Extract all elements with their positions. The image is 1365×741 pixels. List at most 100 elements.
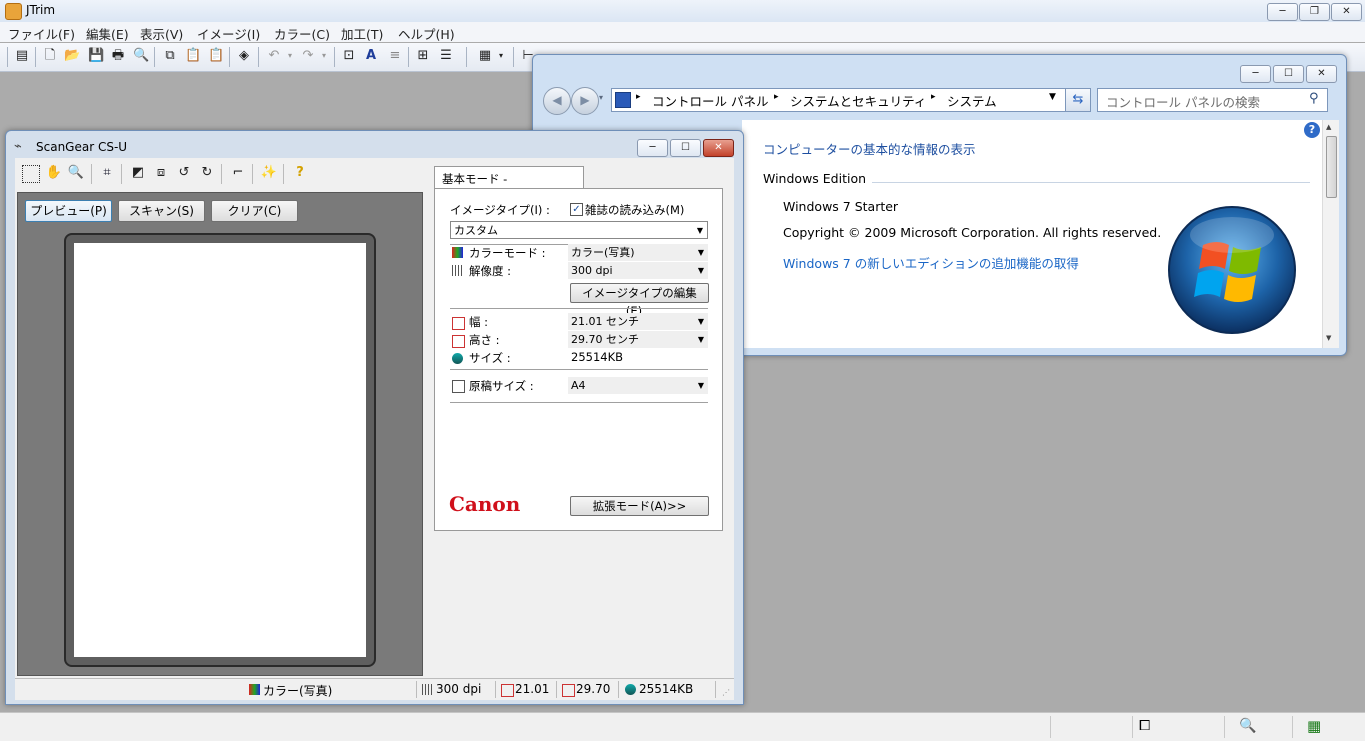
resize-grip-icon[interactable]: ⋰: [722, 688, 730, 697]
menu-view[interactable]: 表示(V): [140, 24, 183, 43]
menu-help[interactable]: ヘルプ(H): [398, 24, 455, 43]
jtrim-restore-button[interactable]: ❐: [1299, 3, 1330, 21]
status-width-icon: [501, 684, 514, 697]
zoom-icon: 🔍: [1239, 718, 1257, 734]
image-size-icon: ⧠: [1139, 718, 1151, 734]
rotate-left-icon[interactable]: ↺: [175, 164, 193, 182]
tile-icon[interactable]: ⊞: [415, 48, 431, 64]
open-icon[interactable]: 📂: [64, 48, 80, 64]
resolution-label: 解像度 :: [469, 264, 512, 278]
forward-button[interactable]: ▶: [571, 87, 599, 115]
advanced-mode-button[interactable]: 拡張モード(A)>>: [570, 496, 709, 516]
chevron-down-icon: ▼: [697, 266, 704, 275]
size-label: サイズ :: [469, 351, 511, 365]
scan-button[interactable]: スキャン(S): [118, 200, 205, 222]
jtrim-status-bar: ⧠ 🔍 ▦: [0, 712, 1365, 741]
print-preview-icon[interactable]: 🔍: [133, 48, 149, 64]
jtrim-close-button[interactable]: ✕: [1331, 3, 1362, 21]
undo-icon[interactable]: ↶: [266, 48, 282, 64]
flat-icon[interactable]: ≡: [387, 48, 403, 64]
select-area-icon[interactable]: [22, 165, 40, 183]
color-mode-select[interactable]: カラー(写真) ▼: [568, 244, 708, 261]
refresh-icon[interactable]: ⇆: [1065, 88, 1091, 112]
edit-image-type-button[interactable]: イメージタイプの編集(E)...: [570, 283, 709, 318]
menu-color[interactable]: カラー(C): [274, 24, 330, 43]
help-icon[interactable]: ?: [1304, 122, 1320, 138]
image-type-label: イメージタイプ(I) :: [450, 203, 550, 217]
cp-close-button[interactable]: ✕: [1306, 65, 1337, 83]
scroll-down-icon[interactable]: ▼: [1326, 334, 1331, 342]
new-image-icon[interactable]: ▤: [14, 48, 30, 64]
copy-icon[interactable]: ⧉: [162, 48, 178, 64]
breadcrumb-system-security[interactable]: システムとセキュリティ: [790, 91, 926, 110]
settings-panel: イメージタイプ(I) : ✓ 雑誌の読み込み(M) カスタム ▼ カラーモード :…: [434, 188, 723, 531]
auto-crop-icon[interactable]: ⌗: [98, 164, 116, 182]
cp-minimize-button[interactable]: ─: [1240, 65, 1271, 83]
preview-button[interactable]: プレビュー(P): [25, 200, 112, 222]
tab-basic-mode[interactable]: 基本モード -N650U/N656U: [434, 166, 584, 201]
height-select[interactable]: 29.70 センチ ▼: [568, 331, 708, 348]
hand-icon[interactable]: ✋: [45, 164, 63, 182]
menu-process[interactable]: 加工(T): [341, 24, 383, 43]
zoom-icon[interactable]: 🔍: [67, 164, 85, 182]
chevron-down-icon: ▼: [697, 317, 704, 326]
sg-maximize-button[interactable]: ☐: [670, 139, 701, 157]
search-box[interactable]: コントロール パネルの検索 ⚲: [1097, 88, 1328, 112]
paste-icon[interactable]: 📋: [185, 48, 201, 64]
width-select[interactable]: 21.01 センチ ▼: [568, 313, 708, 330]
ruler-icon[interactable]: ⌐: [229, 164, 247, 182]
rotate-right-icon[interactable]: ↻: [198, 164, 216, 182]
capture-icon[interactable]: ◈: [236, 48, 252, 64]
status-dpi: 300 dpi: [436, 682, 482, 696]
width-icon: [452, 317, 465, 330]
address-bar[interactable]: ▸ コントロール パネル ▸ システムとセキュリティ ▸ システム ▼: [611, 88, 1091, 112]
resolution-select[interactable]: 300 dpi ▼: [568, 262, 708, 279]
magic-wand-icon[interactable]: ✨: [260, 164, 278, 182]
print-icon[interactable]: 🖶: [110, 48, 126, 64]
section-title: Windows Edition: [763, 171, 867, 186]
help-icon[interactable]: ?: [291, 164, 309, 182]
new-doc-icon[interactable]: 🗋: [42, 48, 58, 64]
resolution-icon: [452, 265, 463, 276]
sg-minimize-button[interactable]: ─: [637, 139, 668, 157]
save-icon[interactable]: 💾: [88, 48, 104, 64]
cp-scrollbar[interactable]: ▲ ▼: [1322, 120, 1339, 348]
original-size-icon: [452, 380, 465, 393]
redo-icon[interactable]: ↷: [300, 48, 316, 64]
sg-close-button[interactable]: ✕: [703, 139, 734, 157]
scroll-up-icon[interactable]: ▲: [1326, 123, 1331, 131]
jtrim-minimize-button[interactable]: ─: [1267, 3, 1298, 21]
invert-icon[interactable]: ◩: [129, 164, 147, 182]
menu-file[interactable]: ファイル(F): [8, 24, 75, 43]
mirror-icon[interactable]: ⧈: [152, 164, 170, 182]
text-icon[interactable]: A: [363, 48, 379, 64]
menu-edit[interactable]: 編集(E): [86, 24, 129, 43]
color-mode-icon: [452, 247, 463, 258]
scrollbar-thumb[interactable]: [1326, 136, 1337, 198]
section-divider: [872, 182, 1310, 183]
upgrade-link[interactable]: Windows 7 の新しいエディションの追加機能の取得: [783, 253, 1079, 272]
address-dropdown-icon[interactable]: ▼: [1049, 92, 1056, 102]
grid-icon[interactable]: ▦: [477, 48, 493, 64]
scanner-bed: [64, 233, 376, 667]
cp-maximize-button[interactable]: ☐: [1273, 65, 1304, 83]
status-width: 21.01: [515, 682, 550, 696]
search-input[interactable]: コントロール パネルの検索: [1106, 92, 1260, 111]
magazine-checkbox[interactable]: ✓: [570, 203, 583, 216]
status-color-icon: [249, 684, 260, 695]
magazine-label[interactable]: 雑誌の読み込み(M): [585, 202, 684, 218]
paste-new-icon[interactable]: 📋: [208, 48, 224, 64]
recent-pages-icon[interactable]: ▾: [599, 93, 603, 102]
preview-canvas[interactable]: [74, 243, 366, 657]
chevron-down-icon: ▼: [697, 335, 704, 344]
split-icon[interactable]: ☰: [438, 48, 454, 64]
back-button[interactable]: ◀: [543, 87, 571, 115]
image-type-select[interactable]: カスタム ▼: [450, 221, 708, 239]
breadcrumb-system[interactable]: システム: [947, 91, 997, 110]
menu-image[interactable]: イメージ(I): [197, 24, 260, 43]
clear-button[interactable]: クリア(C): [211, 200, 298, 222]
original-size-select[interactable]: A4 ▼: [568, 377, 708, 394]
crop-icon[interactable]: ⊡: [341, 48, 357, 64]
breadcrumb-control-panel[interactable]: コントロール パネル: [652, 91, 768, 110]
search-icon[interactable]: ⚲: [1309, 91, 1319, 106]
